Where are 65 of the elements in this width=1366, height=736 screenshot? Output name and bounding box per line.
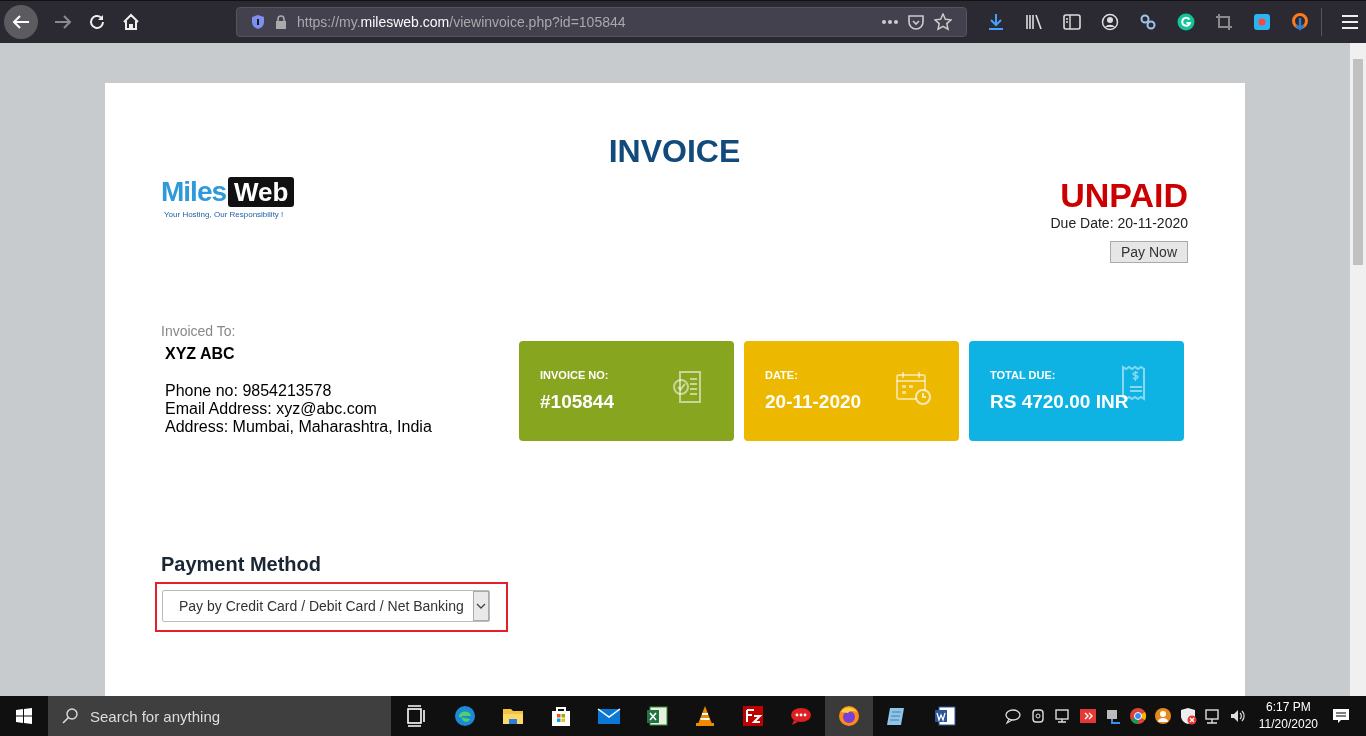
network-icon[interactable] — [1203, 707, 1222, 725]
g-icon[interactable] — [1177, 13, 1195, 31]
person-badge-icon[interactable] — [1153, 707, 1172, 725]
logo-tagline: Your Hosting, Our Responsibility ! — [164, 210, 284, 219]
traffic-cone-icon — [693, 704, 717, 728]
status-text: UNPAID — [1060, 179, 1188, 211]
customer-detail: Address: Mumbai, Maharashtra, India — [165, 418, 433, 436]
lock-icon — [275, 15, 287, 29]
taskbar-app-button[interactable] — [825, 696, 873, 736]
sidebar-icon[interactable] — [1063, 13, 1081, 31]
shield-icon — [251, 14, 265, 30]
card-value: #105844 — [540, 391, 614, 413]
more-icon[interactable] — [882, 20, 898, 24]
scrollbar[interactable] — [1350, 43, 1366, 696]
card-label: INVOICE NO: — [540, 369, 610, 381]
filezilla-icon — [741, 704, 765, 728]
record-icon[interactable] — [1253, 13, 1271, 31]
url-text[interactable]: milesweb.com — [360, 14, 450, 30]
card-value: RS 4720.00 INR — [990, 391, 1129, 413]
word-document-icon — [933, 704, 957, 728]
chrome-icon[interactable] — [1128, 707, 1147, 725]
customer-detail: Email Address: xyz@abc.com — [165, 400, 378, 418]
crop-icon[interactable] — [1215, 13, 1233, 31]
scrollbar-thumb[interactable] — [1353, 59, 1363, 265]
account-icon[interactable] — [1101, 13, 1119, 31]
download-icon[interactable] — [987, 13, 1005, 31]
card-label: TOTAL DUE: — [990, 369, 1057, 381]
payment-method-dropdown[interactable]: Pay by Credit Card / Debit Card / Net Banking — [162, 590, 490, 622]
forward-icon[interactable] — [54, 14, 72, 30]
dropdown-caret-icon — [473, 591, 489, 621]
taskbar-clock[interactable]: 6:17 PM 11/20/2020 — [1258, 699, 1318, 733]
logo-text: Miles — [161, 177, 227, 207]
address-bar[interactable]: https://my.milesweb.com/viewinvoice.php?id=105844 — [236, 7, 967, 37]
chat-bubble-icon[interactable] — [1003, 707, 1022, 725]
card-value: 20-11-2020 — [765, 391, 862, 413]
link-icon[interactable] — [1139, 13, 1157, 31]
due-date: Due Date: 20-11-2020 — [1050, 215, 1188, 231]
windows-start-icon[interactable] — [16, 708, 32, 724]
library-icon[interactable] — [1025, 13, 1043, 31]
star-icon[interactable] — [934, 13, 952, 31]
taskbar-search-field[interactable]: Search for anything — [48, 696, 391, 736]
customer-name: XYZ ABC — [165, 345, 236, 363]
payment-method-heading: Payment Method — [161, 553, 323, 576]
invoice-title: INVOICE — [607, 135, 742, 167]
edge-icon — [453, 704, 477, 728]
back-icon[interactable] — [4, 5, 38, 39]
reload-icon[interactable] — [88, 13, 106, 31]
home-icon[interactable] — [122, 13, 140, 31]
logo-badge: Web — [228, 177, 295, 207]
pay-now-button[interactable]: Pay Now — [1109, 241, 1188, 263]
shopping-bag-icon — [549, 704, 573, 728]
customer-detail: Phone no: 9854213578 — [165, 382, 333, 400]
notification-icon[interactable] — [1332, 707, 1350, 725]
spreadsheet-icon — [645, 704, 669, 728]
calendar-clock-icon — [895, 370, 931, 406]
menu-icon[interactable] — [1342, 15, 1358, 29]
search-icon — [62, 708, 78, 724]
double-chevron-icon[interactable] — [1078, 707, 1097, 725]
monitor-icon[interactable] — [1053, 707, 1072, 725]
url-text[interactable]: /viewinvoice.php?id=105844 — [449, 14, 626, 30]
pocket-icon[interactable] — [908, 14, 924, 30]
url-text[interactable]: https://my. — [297, 14, 361, 30]
invoiced-to-label: Invoiced To: — [161, 323, 237, 339]
card-label: DATE: — [765, 369, 799, 381]
shield-alert-icon[interactable] — [1178, 707, 1197, 725]
